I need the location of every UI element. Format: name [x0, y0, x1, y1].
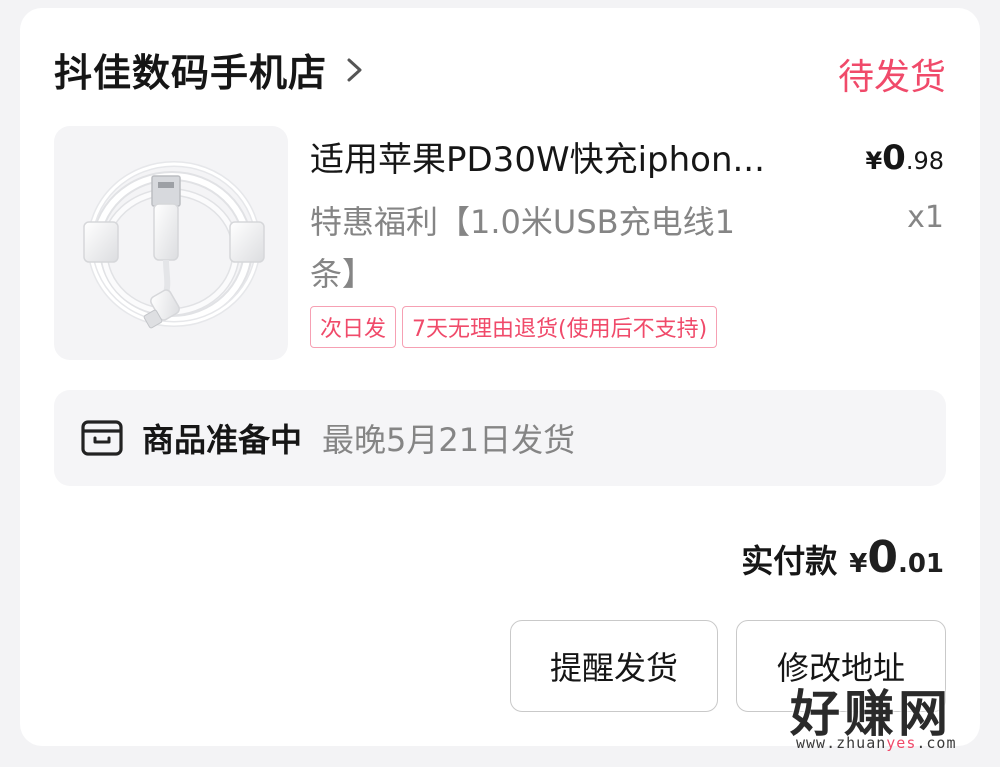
- service-tags: 次日发 7天无理由退货(使用后不支持): [310, 306, 718, 348]
- actual-payment-label: 实付款: [741, 542, 838, 580]
- product-quantity: x1: [907, 200, 944, 235]
- order-status: 待发货: [837, 57, 946, 98]
- shop-header-link[interactable]: 抖佳数码手机店: [54, 42, 367, 97]
- tag-7-day-return: 7天无理由退货(使用后不支持): [402, 306, 718, 348]
- product-price: ¥0.98: [865, 138, 944, 178]
- product-image[interactable]: [54, 126, 288, 360]
- chevron-right-icon: [347, 58, 362, 81]
- price-decimal: .98: [905, 147, 944, 175]
- shop-name: 抖佳数码手机店: [54, 51, 328, 95]
- remind-ship-button[interactable]: 提醒发货: [510, 620, 718, 712]
- price-integer: 0: [882, 138, 906, 178]
- payment-decimal: .01: [897, 549, 944, 579]
- order-card: 抖佳数码手机店 待发货 适用苹果PD30W快充iphon... ¥0.98 特惠…: [20, 8, 980, 746]
- payment-integer: 0: [867, 532, 898, 583]
- product-spec: 特惠福利【1.0米USB充电线1条】: [310, 203, 735, 293]
- usb-cable-image: [83, 161, 265, 329]
- modify-address-button[interactable]: 修改地址: [736, 620, 946, 712]
- product-title[interactable]: 适用苹果PD30W快充iphon...: [310, 132, 830, 181]
- tag-next-day-ship: 次日发: [310, 306, 397, 348]
- payment-currency: ¥: [849, 549, 868, 579]
- ship-deadline: 最晚5月21日发货: [322, 421, 576, 459]
- preparation-status-panel[interactable]: 商品准备中 最晚5月21日发货: [54, 390, 946, 486]
- package-box-icon: [81, 420, 123, 456]
- actual-payment: 实付款 ¥0.01: [741, 532, 944, 583]
- preparation-title: 商品准备中: [142, 421, 303, 459]
- price-currency: ¥: [865, 147, 883, 175]
